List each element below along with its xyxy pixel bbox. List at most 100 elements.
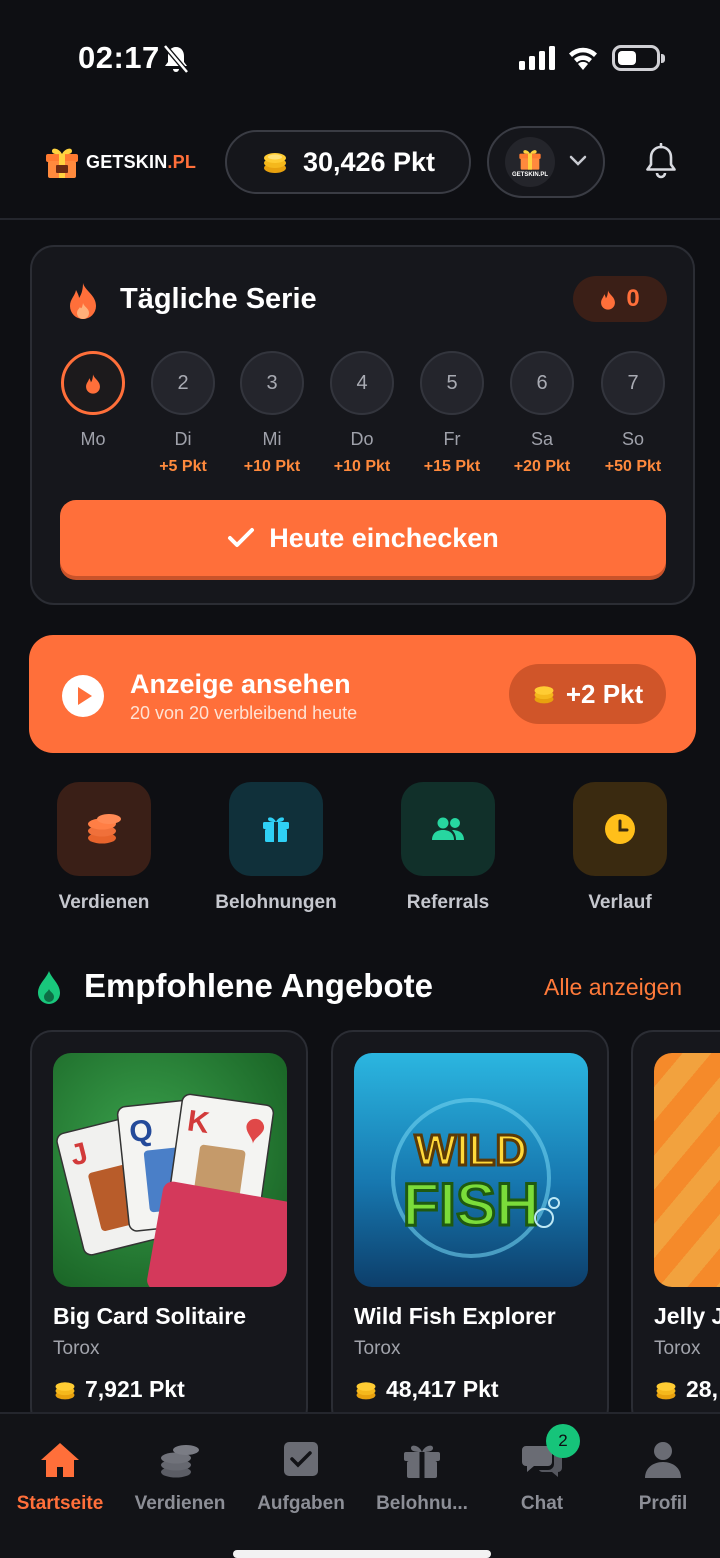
quick-action-rewards[interactable]: Belohnungen [196,782,356,914]
watch-ad-banner[interactable]: Anzeige ansehen 20 von 20 verbleibend he… [29,635,696,753]
nav-rewards[interactable]: Belohnu... [362,1440,482,1515]
day-circle-active [61,351,125,415]
offer-card[interactable]: Jelly J Torox 28, [631,1030,720,1430]
gift-icon [229,782,323,876]
day-circle: 4 [330,351,394,415]
day-name: So [621,429,645,449]
coins-icon [656,1381,676,1399]
checkbox-icon [284,1442,318,1476]
nav-home[interactable]: Startseite [0,1440,120,1515]
streak-day[interactable]: 2 Di +5 Pkt [138,351,228,476]
offer-card[interactable]: J Q K A Big Card Solitaire Torox [30,1030,308,1430]
offer-card[interactable]: WILD FISH Wild Fish Explorer Torox 48,41… [331,1030,609,1430]
chevron-down-icon [569,155,587,166]
thumb-word: FISH [403,1171,540,1238]
coins-icon [356,1381,376,1399]
streak-days: Mo 2 Di +5 Pkt 3 Mi +10 Pkt 4 Do +10 Pkt… [32,351,697,481]
ad-title: Anzeige ansehen [130,669,351,699]
day-points: +50 Pkt [604,458,662,475]
streak-day[interactable]: 4 Do +10 Pkt [317,351,407,476]
daily-streak-card: Tägliche Serie 0 Mo 2 Di +5 Pkt 3 Mi +10… [30,245,695,605]
day-name: Fr [443,429,461,449]
nav-label: Aufgaben [257,1493,345,1514]
quick-action-label: Belohnungen [215,892,337,913]
play-icon [62,675,104,717]
signal-icon [519,46,555,70]
card-letter: Q [128,1114,155,1149]
account-switcher[interactable]: GETSKIN.PL [487,126,605,198]
quick-action-history[interactable]: Verlauf [540,782,700,914]
offer-name: Jelly J [654,1303,720,1329]
home-icon [41,1443,79,1477]
checkin-button[interactable]: Heute einchecken [60,500,666,576]
day-circle: 7 [601,351,665,415]
offer-provider: Torox [354,1338,401,1359]
status-bar: 02:17 [0,0,720,110]
streak-day[interactable]: 5 Fr +15 Pkt [407,351,497,476]
bell-icon[interactable] [644,143,678,179]
nav-chat[interactable]: 2 Chat [482,1424,602,1515]
day-name: Mo [80,429,106,449]
streak-day[interactable]: 7 So +50 Pkt [588,351,678,476]
day-points: +20 Pkt [513,458,571,475]
streak-title: Tägliche Serie [120,283,317,315]
offer-thumbnail [654,1053,720,1287]
offer-points: 7,921 Pkt [53,1376,185,1403]
gift-logo-icon [46,148,78,178]
bell-muted-icon [163,44,189,74]
offer-thumbnail: J Q K A [53,1053,287,1287]
logo-text: GETSKIN.PL [86,151,197,172]
drop-icon [38,971,60,1004]
ad-reward-value: +2 Pkt [565,678,644,709]
nav-label: Verdienen [134,1493,226,1514]
nav-label: Startseite [16,1493,104,1514]
user-icon [645,1442,681,1478]
balance-value: 30,426 Pkt [302,146,436,177]
flame-icon [601,289,616,310]
featured-offers-header: Empfohlene Angebote Alle anzeigen [0,965,720,1015]
nav-tasks[interactable]: Aufgaben [241,1440,361,1515]
see-all-link[interactable]: Alle anzeigen [544,974,682,1001]
flame-icon [70,283,96,319]
gift-logo-icon [519,149,541,170]
coins-icon [57,782,151,876]
quick-action-referrals[interactable]: Referrals [368,782,528,914]
checkmark-icon [228,528,255,547]
coins-icon [263,153,286,173]
nav-profile[interactable]: Profil [603,1440,720,1515]
thumb-word: WILD [415,1126,527,1175]
coins-icon [534,686,554,704]
day-points: +15 Pkt [423,458,481,475]
avatar-label: GETSKIN.PL [511,171,548,178]
day-name: Mi [262,429,282,449]
offer-name: Big Card Solitaire [53,1303,246,1329]
ad-reward-pill: +2 Pkt [509,664,666,724]
logo[interactable]: GETSKIN.PL [44,144,196,180]
nav-label: Belohnu... [376,1493,468,1514]
offer-thumbnail: WILD FISH [354,1053,588,1287]
balance-pill[interactable]: 30,426 Pkt [225,130,471,194]
quick-action-label: Verlauf [588,892,652,913]
battery-icon [612,45,665,71]
home-indicator [233,1550,491,1558]
clock-icon [573,782,667,876]
section-title: Empfohlene Angebote [84,967,433,1004]
day-circle: 3 [240,351,304,415]
offer-points: 28, [654,1376,718,1403]
streak-day[interactable]: 6 Sa +20 Pkt [497,351,587,476]
quick-action-earn[interactable]: Verdienen [24,782,184,914]
day-circle: 2 [151,351,215,415]
streak-day[interactable]: Mo [48,351,138,450]
day-name: Di [174,429,192,449]
coins-icon [55,1381,75,1399]
gift-icon [404,1445,440,1478]
coins-stack-icon [161,1445,199,1478]
offer-points: 48,417 Pkt [354,1376,499,1403]
app-header: GETSKIN.PL 30,426 Pkt GETSKIN.PL [0,110,720,220]
streak-day[interactable]: 3 Mi +10 Pkt [227,351,317,476]
day-circle: 6 [510,351,574,415]
day-points: +10 Pkt [243,458,301,475]
nav-earn[interactable]: Verdienen [120,1440,240,1515]
wifi-icon [569,47,597,70]
day-points: +10 Pkt [333,458,391,475]
